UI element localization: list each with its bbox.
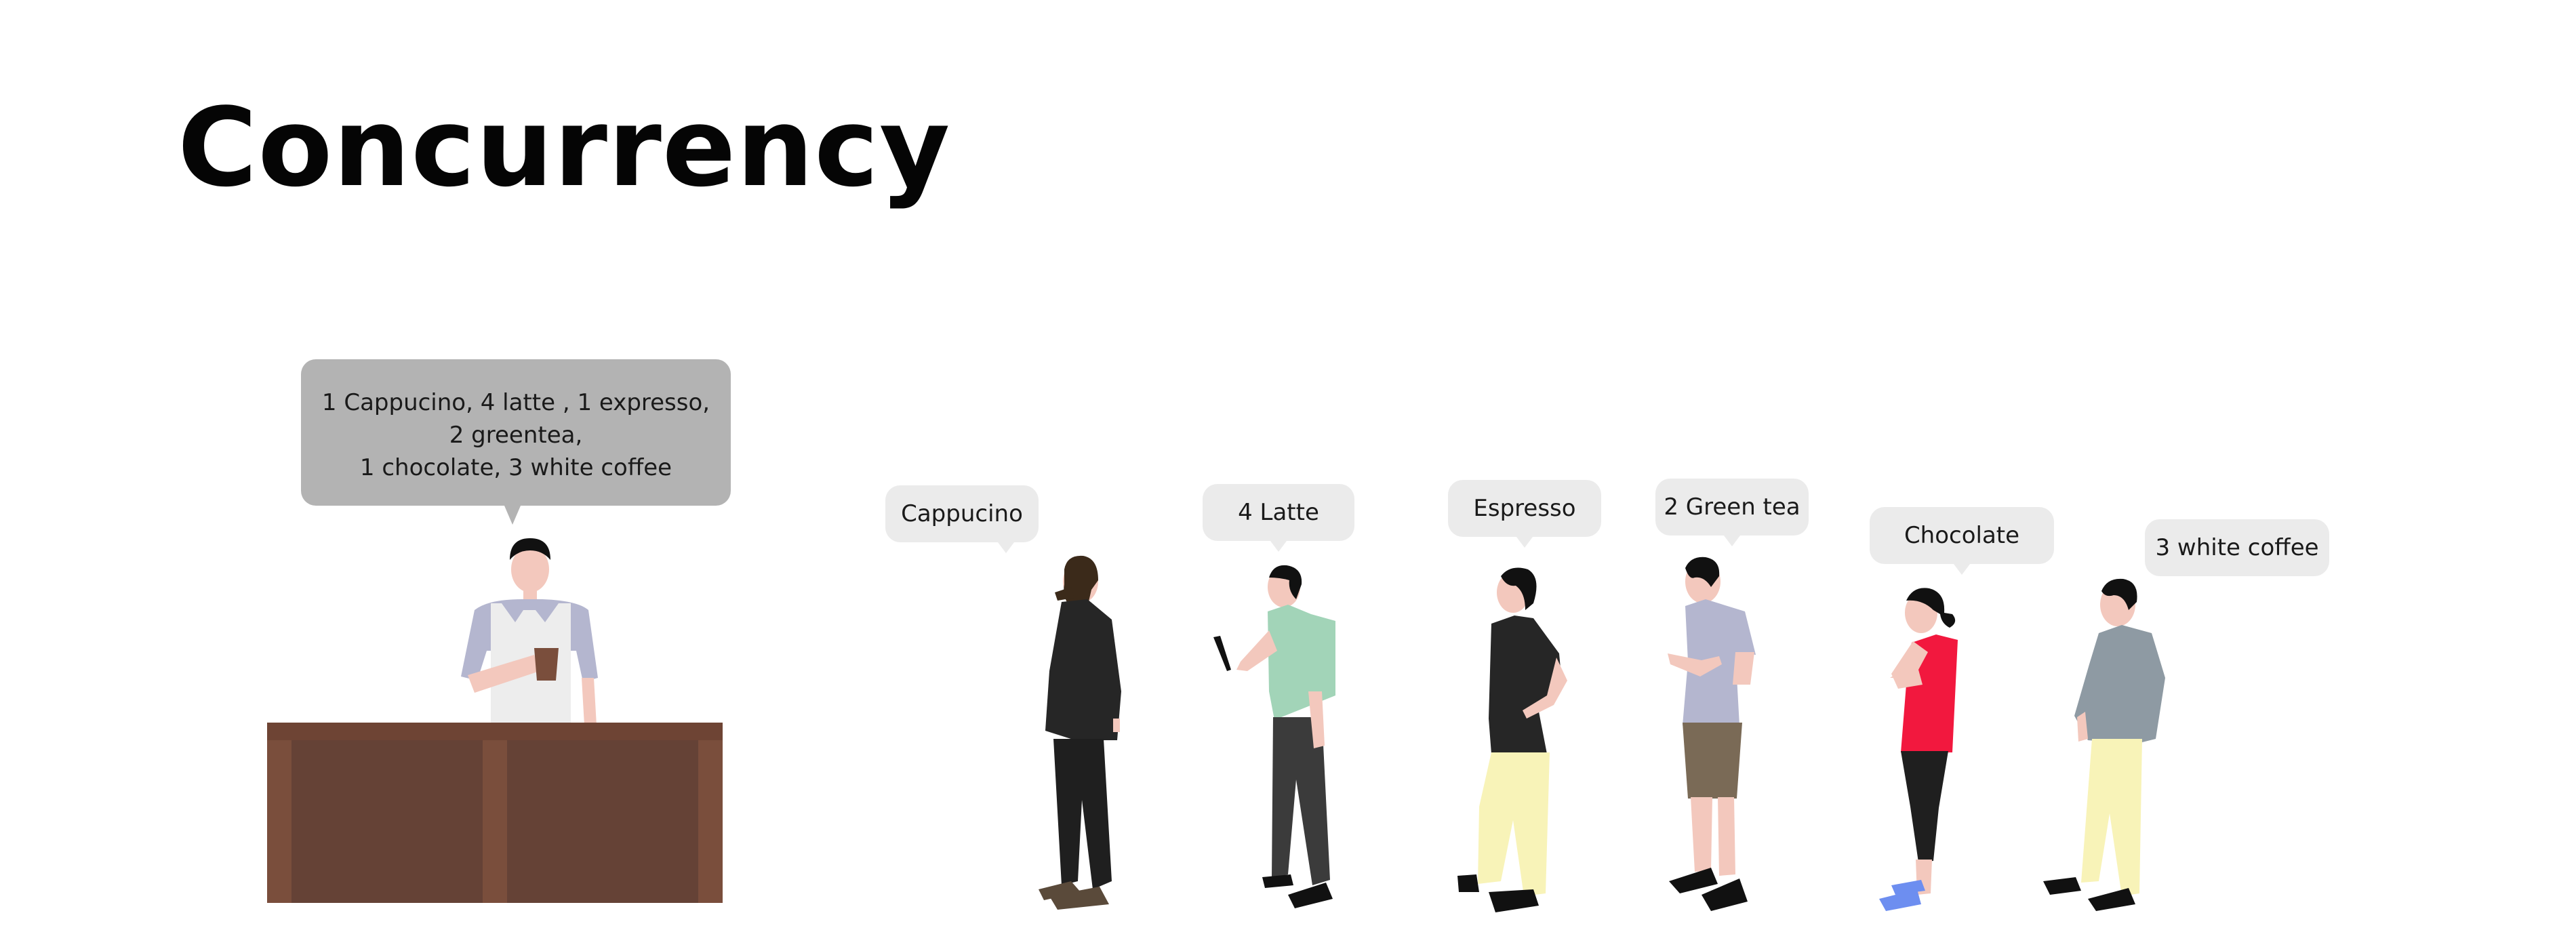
customer-figure — [1213, 565, 1335, 908]
illustration-scene — [267, 506, 2165, 912]
barista-bubble-tail — [504, 506, 521, 525]
barista-figure — [461, 538, 598, 725]
customer-figure — [1457, 567, 1567, 912]
customer-figure — [2043, 578, 2165, 911]
customer-figure — [1039, 555, 1121, 910]
customer-figure — [1879, 588, 1958, 911]
coffee-counter — [267, 723, 723, 903]
customer-figure — [1668, 557, 1756, 911]
